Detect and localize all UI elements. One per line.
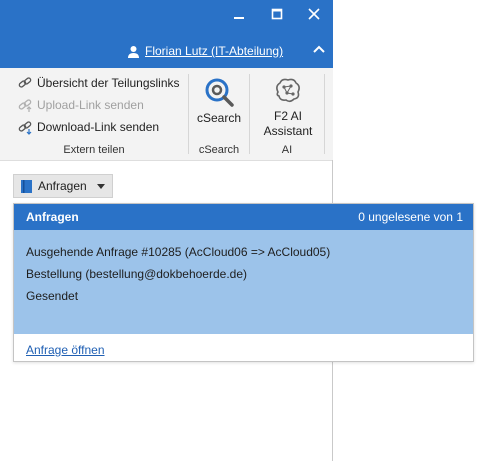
download-link-icon: [18, 121, 32, 135]
ribbon: Übersicht der Teilungslinks Upload-Link …: [0, 68, 333, 161]
title-bar: Florian Lutz (IT-Abteilung): [0, 0, 333, 68]
popup-header: Anfragen 0 ungelesene von 1: [14, 204, 473, 230]
user-icon: [128, 45, 139, 58]
ai-brain-icon: [276, 78, 300, 103]
upload-link-send-label: Upload-Link senden: [37, 98, 144, 112]
book-icon: [21, 179, 32, 193]
group-extern-teilen: Übersicht der Teilungslinks Upload-Link …: [0, 68, 188, 160]
csearch-button-label: cSearch: [196, 111, 242, 125]
share-link-icon: [18, 77, 32, 88]
request-title: Ausgehende Anfrage #10285 (AcCloud06 => …: [26, 245, 331, 259]
chevron-up-icon: [313, 45, 325, 53]
group-label-ai: AI: [281, 144, 293, 156]
teilungslinks-overview-label: Übersicht der Teilungslinks: [37, 76, 180, 90]
close-icon: [308, 8, 320, 20]
anfragen-popup: Anfragen 0 ungelesene von 1 Ausgehende A…: [13, 203, 474, 362]
maximize-button[interactable]: [265, 8, 289, 28]
group-label-extern-teilen: Extern teilen: [63, 144, 125, 156]
request-status: Gesendet: [26, 289, 79, 303]
f2-ai-assistant-button[interactable]: F2 AI Assistant: [258, 76, 318, 139]
close-button[interactable]: [302, 8, 326, 28]
popup-title: Anfragen: [26, 210, 79, 224]
maximize-icon: [271, 8, 283, 20]
group-ai: F2 AI Assistant AI: [250, 68, 324, 160]
unread-count: 0 ungelesene von 1: [358, 210, 463, 224]
request-recipient: Bestellung (bestellung@dokbehoerde.de): [26, 267, 247, 281]
download-link-send-button[interactable]: Download-Link senden: [17, 118, 159, 136]
user-name-link[interactable]: Florian Lutz (IT-Abteilung): [145, 44, 283, 58]
group-csearch: cSearch cSearch: [189, 68, 249, 160]
open-request-link[interactable]: Anfrage öffnen: [26, 343, 105, 357]
minimize-button[interactable]: [227, 8, 251, 28]
teilungslinks-overview-button[interactable]: Übersicht der Teilungslinks: [17, 74, 180, 92]
group-divider: [324, 74, 325, 154]
minimize-icon: [234, 17, 244, 19]
request-list-item[interactable]: Ausgehende Anfrage #10285 (AcCloud06 => …: [14, 230, 473, 334]
ai-button-label-line1: F2 AI: [273, 109, 302, 123]
popup-footer: Anfrage öffnen: [14, 334, 473, 361]
anfragen-dropdown-button[interactable]: Anfragen: [13, 174, 113, 198]
download-link-send-label: Download-Link senden: [37, 120, 160, 134]
ai-button-label-line2: Assistant: [263, 124, 313, 138]
user-info[interactable]: Florian Lutz (IT-Abteilung): [127, 42, 283, 60]
collapse-ribbon-button[interactable]: [312, 43, 328, 57]
group-label-csearch: cSearch: [198, 144, 240, 156]
upload-link-icon: [18, 99, 32, 112]
anfragen-button-label: Anfragen: [38, 179, 87, 193]
dropdown-arrow-icon: [96, 184, 105, 189]
csearch-icon: [205, 78, 234, 107]
csearch-button[interactable]: cSearch: [194, 76, 244, 126]
upload-link-send-button[interactable]: Upload-Link senden: [17, 96, 144, 114]
